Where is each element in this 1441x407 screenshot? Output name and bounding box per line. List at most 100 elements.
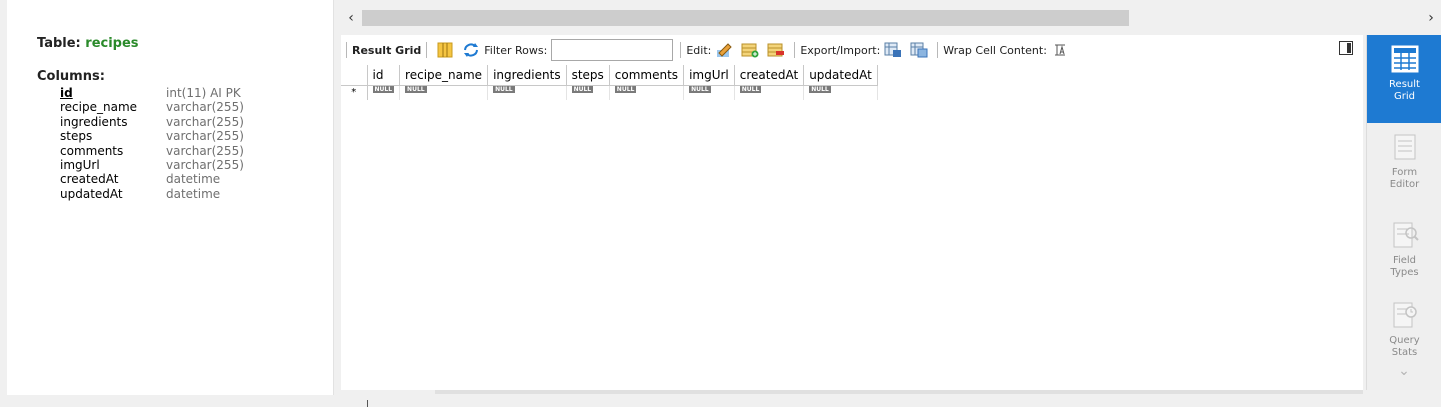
column-row: id int(11) AI PK (60, 86, 320, 100)
side-panel: Result Grid Form Editor Field Types Quer… (1366, 35, 1441, 390)
column-type: int(11) AI PK (166, 86, 241, 100)
column-type: varchar(255) (166, 114, 244, 129)
result-grid-table: id recipe_name ingredients steps comment… (341, 65, 878, 100)
toolbar-separator (794, 42, 796, 58)
scroll-left-arrow-icon[interactable]: ‹ (341, 8, 361, 28)
add-row-icon[interactable] (740, 41, 760, 59)
column-name: comments (60, 143, 124, 158)
grid-cell[interactable]: NULL (734, 85, 805, 100)
null-badge: NULL (689, 85, 711, 93)
result-grid-icon (1391, 45, 1418, 73)
edit-label: Edit: (686, 43, 712, 57)
result-grid-side-button[interactable]: Result Grid (1367, 35, 1441, 123)
column-row: ingredients varchar(255) (60, 115, 320, 129)
table-title-prefix: Table: (37, 36, 86, 51)
toolbar-separator (346, 42, 347, 58)
refresh-icon[interactable] (461, 41, 481, 59)
delete-row-icon[interactable] (766, 41, 786, 59)
column-list: id int(11) AI PK recipe_name varchar(255) … (60, 86, 320, 201)
edit-pencil-icon[interactable] (714, 41, 734, 59)
column-header-id[interactable]: id (367, 65, 401, 86)
form-editor-icon (1394, 134, 1415, 160)
column-row: recipe_name varchar(255) (60, 100, 320, 114)
grid-cell[interactable]: NULL (399, 85, 489, 100)
field-types-side-label: Field Types (1390, 255, 1419, 278)
bottom-scrollbar[interactable] (435, 390, 1363, 394)
workbench-result-view: Table: recipes Columns: id int(11) AI PK … (0, 0, 1441, 407)
column-type: datetime (166, 186, 221, 201)
query-stats-side-label: Query Stats (1389, 335, 1420, 358)
form-editor-side-label: Form Editor (1389, 167, 1420, 190)
table-title: Table: recipes (37, 36, 139, 51)
grid-layout-icon[interactable] (435, 41, 455, 59)
column-header-updatedat[interactable]: updatedAt (803, 65, 878, 86)
column-name: updatedAt (60, 186, 123, 201)
query-stats-icon (1393, 302, 1417, 328)
table-row[interactable]: * NULL NULL NULL NULL NULL NULL NULL NUL… (341, 85, 878, 100)
null-badge: NULL (493, 85, 515, 93)
column-name: createdAt (60, 172, 119, 187)
horizontal-scrollbar[interactable]: ‹ › (341, 8, 1441, 28)
result-grid-area: Result Grid Filter Rows: Edit: Export/Im… (341, 35, 1363, 390)
column-header-recipe-name[interactable]: recipe_name (399, 65, 489, 86)
column-row: imgUrl varchar(255) (60, 158, 320, 172)
null-badge: NULL (405, 85, 427, 93)
column-header-comments[interactable]: comments (609, 65, 685, 86)
toggle-side-panel-icon[interactable] (1339, 41, 1353, 55)
column-type: varchar(255) (166, 143, 244, 158)
import-icon[interactable] (909, 41, 929, 59)
column-type: varchar(255) (166, 129, 244, 144)
column-name: id (60, 86, 73, 100)
grid-cell[interactable]: NULL (367, 85, 401, 100)
table-name: recipes (85, 36, 139, 51)
column-name: ingredients (60, 114, 128, 129)
columns-title: Columns: (37, 69, 105, 84)
new-row-marker[interactable]: * (341, 85, 368, 100)
wrap-cell-content-label: Wrap Cell Content: (943, 43, 1047, 57)
form-editor-side-button[interactable]: Form Editor (1367, 123, 1441, 211)
null-badge: NULL (614, 85, 637, 93)
column-type: varchar(255) (166, 157, 244, 172)
filter-rows-label: Filter Rows: (484, 43, 548, 57)
column-row: updatedAt datetime (60, 187, 320, 201)
null-badge: NULL (571, 85, 594, 93)
row-header-corner[interactable] (341, 65, 368, 86)
column-header-ingredients[interactable]: ingredients (487, 65, 567, 86)
column-name: recipe_name (60, 100, 138, 115)
grid-cell[interactable]: NULL (609, 85, 685, 100)
grid-cell[interactable]: NULL (803, 85, 878, 100)
column-type: datetime (166, 172, 221, 187)
filter-rows-input[interactable] (551, 39, 674, 61)
export-import-label: Export/Import: (800, 43, 881, 57)
toolbar-separator (937, 42, 939, 58)
null-badge: NULL (809, 85, 831, 93)
export-icon[interactable] (883, 41, 903, 59)
null-badge: NULL (372, 85, 395, 93)
column-name: imgUrl (60, 157, 100, 172)
grid-header-row: id recipe_name ingredients steps comment… (341, 65, 878, 86)
grid-cell[interactable]: NULL (683, 85, 735, 100)
splitter-tick (367, 400, 368, 407)
wrap-cell-icon[interactable] (1050, 41, 1070, 59)
column-row: createdAt datetime (60, 172, 320, 186)
chevron-down-icon[interactable]: ⌄ (1395, 364, 1413, 378)
column-header-imgurl[interactable]: imgUrl (683, 65, 735, 86)
grid-cell[interactable]: NULL (566, 85, 610, 100)
column-row: steps varchar(255) (60, 129, 320, 143)
column-row: comments varchar(255) (60, 144, 320, 158)
result-toolbar: Result Grid Filter Rows: Edit: Export/Im… (341, 35, 1363, 65)
field-types-icon (1393, 222, 1419, 248)
table-info-panel: Table: recipes Columns: id int(11) AI PK … (7, 0, 334, 395)
result-grid-side-label: Result Grid (1389, 79, 1420, 102)
column-type: varchar(255) (166, 100, 244, 115)
scroll-right-arrow-icon[interactable]: › (1421, 8, 1441, 28)
field-types-side-button[interactable]: Field Types (1367, 211, 1441, 299)
column-header-steps[interactable]: steps (566, 65, 610, 86)
column-header-createdat[interactable]: createdAt (734, 65, 805, 86)
column-name: steps (60, 129, 93, 144)
grid-cell[interactable]: NULL (487, 85, 567, 100)
toolbar-separator (680, 42, 682, 58)
scroll-thumb[interactable] (362, 10, 1129, 26)
result-grid-label: Result Grid (352, 43, 422, 57)
toolbar-separator (426, 42, 428, 58)
